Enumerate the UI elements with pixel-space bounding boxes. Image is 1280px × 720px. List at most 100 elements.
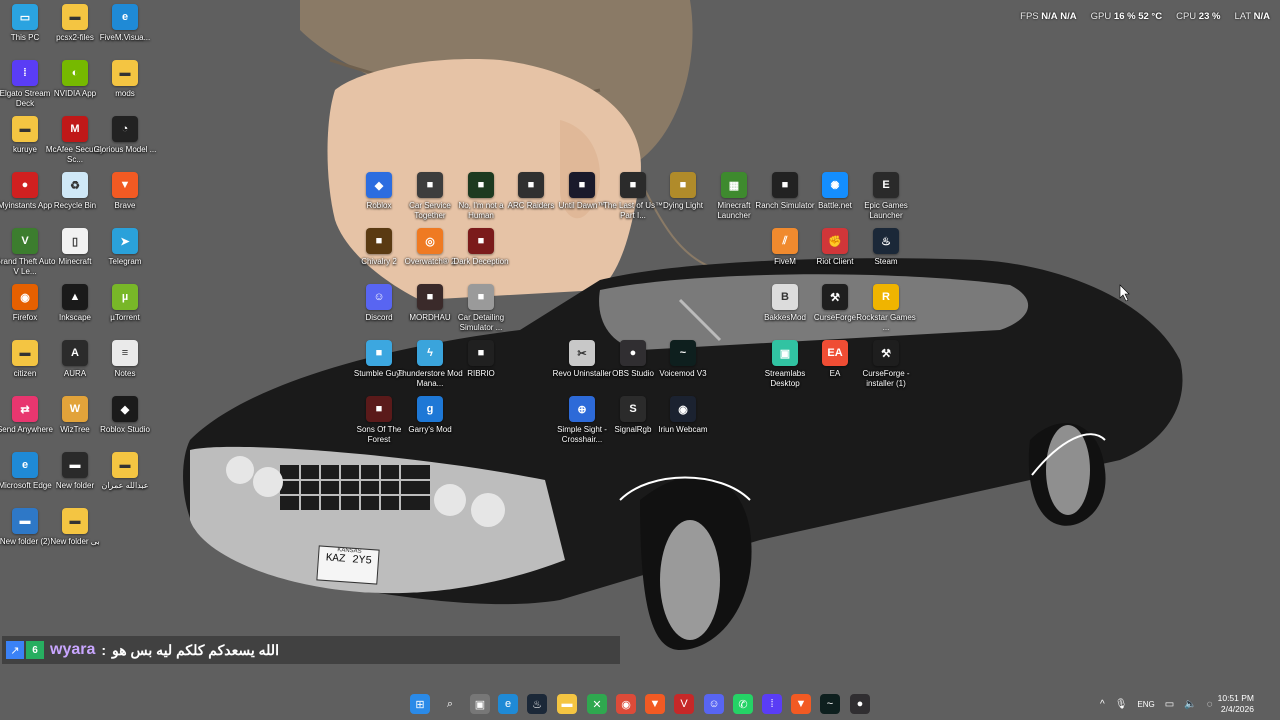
- clock-time: 10:51 PM: [1217, 693, 1254, 703]
- desktop-icon[interactable]: R Rockstar Games ...: [856, 284, 916, 333]
- desktop-icon[interactable]: ◆ Roblox Studio: [100, 396, 150, 435]
- chat-separator: :: [101, 642, 107, 658]
- curseforge-icon: ⚒: [822, 284, 848, 310]
- search-icon[interactable]: ⌕: [440, 694, 460, 714]
- desktop-icon[interactable]: g Garry's Mod: [405, 396, 455, 435]
- desktop-icon-label: Telegram: [108, 257, 142, 266]
- folder-icon: ▬: [112, 452, 138, 478]
- thunder-icon: ϟ: [417, 340, 443, 366]
- kick-icon: ↗: [6, 641, 24, 659]
- file-icon: ▯: [62, 228, 88, 254]
- brave-icon-2[interactable]: ▼: [791, 694, 811, 714]
- desktop-icon-label: عبدالله عمران: [101, 481, 149, 490]
- game-icon: ■: [468, 340, 494, 366]
- streamlabs-icon: ▣: [772, 340, 798, 366]
- game-icon: ■: [620, 172, 646, 198]
- desktop-icon[interactable]: ♨ Steam: [861, 228, 911, 267]
- desktop-icon[interactable]: ⁞ Elgato Stream Deck: [0, 60, 50, 109]
- task-view-icon[interactable]: ▣: [470, 694, 490, 714]
- desktop-icon-label: Voicemod V3: [659, 369, 707, 378]
- rockstar-icon: R: [873, 284, 899, 310]
- aura-icon: A: [62, 340, 88, 366]
- overwatch-icon: ◎: [417, 228, 443, 254]
- desktop-icon[interactable]: V Grand Theft Auto V Le...: [0, 228, 55, 277]
- game-icon: ■: [518, 172, 544, 198]
- game-icon: ■: [569, 172, 595, 198]
- cpu-readout: CPU 23 %: [1176, 11, 1221, 22]
- battery-icon[interactable]: ◌: [1207, 699, 1213, 710]
- file-explorer-icon[interactable]: ▬: [557, 694, 577, 714]
- chat-message: الله يسعدكم كلكم ليه بس هو: [112, 641, 279, 658]
- desktop-icon[interactable]: ■ No, I'm not a Human: [456, 172, 506, 221]
- desktop-icon[interactable]: ϟ Thunderstore Mod Mana...: [397, 340, 463, 389]
- folder-icon: ▬: [12, 340, 38, 366]
- desktop-icon[interactable]: ▣ Streamlabs Desktop: [760, 340, 810, 389]
- minecraft-icon: ▦: [721, 172, 747, 198]
- microphone-icon[interactable]: 🎙: [1115, 699, 1128, 710]
- game-icon: ■: [468, 284, 494, 310]
- edge-icon: e: [12, 452, 38, 478]
- desktop-icon[interactable]: ■ Dark Deception: [453, 228, 509, 267]
- clock-date: 2/4/2026: [1220, 704, 1254, 714]
- xbox-icon[interactable]: ✕: [587, 694, 607, 714]
- obs-icon[interactable]: ●: [850, 694, 870, 714]
- steam-icon: ♨: [873, 228, 899, 254]
- network-icon[interactable]: ▭: [1165, 699, 1174, 710]
- volume-icon[interactable]: 🔈: [1184, 699, 1196, 710]
- brave-icon[interactable]: ▼: [645, 694, 665, 714]
- desktop-icon[interactable]: ⊕ Simple Sight - Crosshair...: [557, 396, 607, 445]
- game-icon: ■: [468, 172, 494, 198]
- desktop-icon[interactable]: ➤ Telegram: [100, 228, 150, 267]
- roblox-icon: ◆: [366, 172, 392, 198]
- game-icon: ■: [417, 172, 443, 198]
- desktop-icon[interactable]: ~ Voicemod V3: [658, 340, 708, 379]
- edge-icon[interactable]: e: [498, 694, 518, 714]
- desktop-icon[interactable]: M McAfee Security Sc...: [46, 116, 104, 165]
- voice-icon[interactable]: V: [674, 694, 694, 714]
- desktop-icon[interactable]: ⚒ CurseForge - installer (1): [861, 340, 911, 389]
- obs-icon: ●: [620, 340, 646, 366]
- send-icon: ⇄: [12, 396, 38, 422]
- fivem-icon: ⫽: [772, 228, 798, 254]
- ea-icon: EA: [822, 340, 848, 366]
- clock[interactable]: 10:51 PM 2/4/2026: [1218, 693, 1254, 715]
- desktop-icon[interactable]: ■ Car Detailing Simulator ...: [456, 284, 506, 333]
- game-icon: ■: [417, 284, 443, 310]
- game-icon: ■: [366, 396, 392, 422]
- firefox-icon: ◉: [12, 284, 38, 310]
- desktop-icon[interactable]: ■ Sons Of The Forest: [354, 396, 404, 445]
- desktop-icon[interactable]: ■ The Last of Us™ Part I...: [603, 172, 663, 221]
- torrent-icon: µ: [112, 284, 138, 310]
- folder-icon: ▬: [12, 116, 38, 142]
- tray-overflow-chevron[interactable]: ^: [1100, 699, 1105, 710]
- desktop-icon[interactable]: ◉ Iriun Webcam: [658, 396, 708, 435]
- streamdeck-icon[interactable]: ⁞: [762, 694, 782, 714]
- desktop-icon[interactable]: ◔ Glorious Model ...: [94, 116, 156, 155]
- taskbar: ⊞ ⌕ ▣ e ♨ ▬ ✕ ◉ ▼ V ☺ ✆ ⁞ ▼ ~ ●: [0, 688, 1280, 720]
- whatsapp-icon[interactable]: ✆: [733, 694, 753, 714]
- desktop-icon[interactable]: ▬ New folder بی: [50, 508, 100, 547]
- desktop-icon[interactable]: µ µTorrent: [100, 284, 150, 323]
- chrome-icon[interactable]: ◉: [616, 694, 636, 714]
- start-icon[interactable]: ⊞: [410, 694, 430, 714]
- desktop-icon[interactable]: ■ RIBRIO: [456, 340, 506, 379]
- bakkes-icon: B: [772, 284, 798, 310]
- desktop-icon[interactable]: ▬ mods: [100, 60, 150, 99]
- voicemod-icon[interactable]: ~: [820, 694, 840, 714]
- roblox-icon: ◆: [112, 396, 138, 422]
- desktop-icon[interactable]: ▼ Brave: [100, 172, 150, 211]
- desktop-icon-label: µTorrent: [110, 313, 140, 322]
- desktop-icon[interactable]: ▬ عبدالله عمران: [100, 452, 150, 491]
- mcafee-icon: M: [62, 116, 88, 142]
- language-indicator[interactable]: ENG: [1137, 700, 1154, 709]
- desktop-icon[interactable]: E Epic Games Launcher: [861, 172, 911, 221]
- system-tray: ^ 🎙 ENG ▭ 🔈 ◌ 10:51 PM 2/4/2026: [1095, 688, 1280, 720]
- desktop-icon[interactable]: e FiveM.Visua...: [100, 4, 150, 43]
- inkscape-icon: ▲: [62, 284, 88, 310]
- performance-overlay: FPS N/A N/A GPU 16 % 52 °C CPU 23 % LAT …: [1020, 11, 1270, 22]
- desktop-icon[interactable]: ▦ Minecraft Launcher: [709, 172, 759, 221]
- desktop-icon[interactable]: ≡ Notes: [100, 340, 150, 379]
- steam-icon[interactable]: ♨: [527, 694, 547, 714]
- notes-icon: ≡: [112, 340, 138, 366]
- discord-icon[interactable]: ☺: [704, 694, 724, 714]
